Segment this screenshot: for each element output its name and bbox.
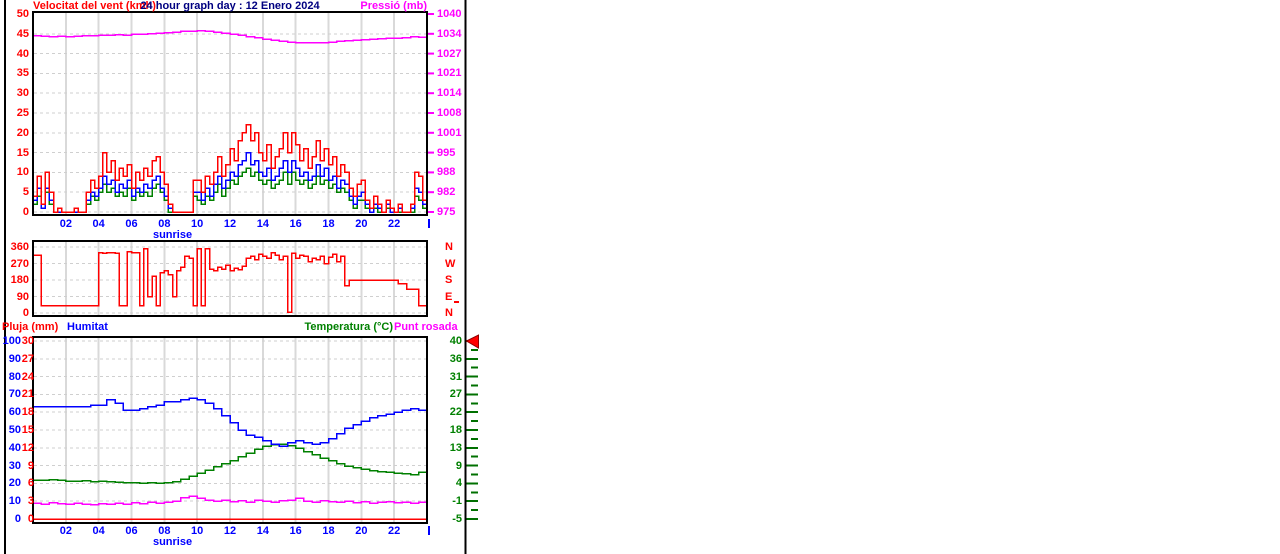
temperature-tick: 18 [449,424,462,436]
wind-speed-tick: 35 [16,67,29,80]
pressure-tick-mark [427,151,434,154]
rain-tick: 21 [21,388,34,401]
rain-tick: 9 [27,459,34,472]
temperature-tick: 31 [449,370,462,383]
sunrise-annotation: sunrise [152,536,193,548]
wind-speed-tick: 50 [16,8,29,20]
pressure-tick: 995 [437,146,456,159]
pressure-tick-mark [427,52,434,55]
pressure-tick-mark [427,211,434,213]
temperature-tick: 40 [449,335,462,347]
temp-marker-triangle [465,334,479,349]
hour-tick: 20 [355,218,368,230]
hour-tick: 22 [388,525,401,537]
pressure-tick-mark [427,191,434,194]
pressure-axis-title: Pressió (mb) [360,0,427,12]
temperature-tick: 22 [449,406,462,419]
compass-letter: S [445,274,453,286]
temperature-tick: 4 [455,477,462,490]
axis-end-tick [428,526,430,535]
humidity-axis-title: Humitat [67,321,108,333]
rain-tick: 3 [27,495,34,508]
pressure-tick: 1040 [437,8,462,20]
temperature-tick: 9 [455,459,462,472]
wind-speed-tick: 10 [16,166,29,179]
rain-tick: 6 [27,477,34,490]
pressure-tick: 988 [437,166,456,179]
compass-letter: W [445,257,456,270]
hour-tick: 18 [322,525,335,537]
temperature-tick: 27 [449,388,462,401]
pressure-tick-mark [427,72,434,75]
wind-speed-tick: 20 [16,126,29,139]
hour-tick: 04 [92,525,105,537]
hour-tick: 14 [256,218,269,230]
hour-tick: 04 [92,218,105,230]
pressure-tick: 1008 [437,107,462,119]
rain-tick: 12 [21,441,34,454]
wind-speed-tick: 15 [16,146,29,159]
pressure-tick: 1014 [437,87,462,100]
direction-tick: 0 [22,307,29,319]
weather-graphs-canvas [4,0,479,554]
hour-tick: 06 [125,525,138,537]
wind-speed-tick: 25 [16,107,29,119]
hour-tick: 12 [223,525,237,537]
rain-tick: 0 [27,513,34,525]
sunrise-annotation: sunrise [152,229,193,241]
pressure-tick-mark [427,13,434,15]
rain-axis-title: Pluja (mm) [2,321,59,333]
direction-tick: 270 [10,257,29,270]
pressure-tick-mark [427,112,434,114]
pressure-tick-mark [427,92,434,95]
direction-tick: 180 [10,274,29,286]
rain-tick: 15 [21,424,34,436]
pressure-tick: 1034 [437,27,462,40]
frame-right-line [464,0,467,554]
hour-tick: 16 [289,218,302,230]
pressure-tick: 975 [437,206,456,218]
hour-tick: 22 [388,218,401,230]
pressure-tick-mark [427,131,434,134]
temperature-tick: 36 [449,352,462,365]
compass-letter: N [445,241,453,253]
direction-tick: 90 [16,290,29,303]
pressure-tick: 1027 [437,47,462,60]
rain-tick: 30 [21,335,34,347]
pressure-tick-mark [427,32,434,35]
hour-tick: 14 [256,525,269,537]
temperature-tick: 13 [449,441,462,454]
direction-tick: 360 [10,241,29,253]
wind-speed-tick: 40 [16,47,29,60]
compass-letter: E [445,290,453,303]
pressure-tick-mark [427,171,434,174]
rain-tick: 18 [21,406,34,419]
hour-tick: 02 [59,525,72,537]
rain-tick: 24 [21,370,34,383]
compass-letter: N [445,307,453,319]
dew-point-axis-title: Punt rosada [394,321,458,333]
wind-speed-tick: 30 [16,87,29,100]
hour-tick: 06 [125,218,138,230]
temperature-tick: -1 [452,495,462,508]
hour-tick: 16 [289,525,302,537]
pressure-tick: 1021 [437,67,462,80]
wind-speed-tick: 5 [22,186,29,199]
hour-tick: 20 [355,525,368,537]
axis-end-tick [428,219,430,228]
pressure-tick: 982 [437,186,456,199]
temperature-tick: -5 [452,513,462,525]
hour-tick: 12 [223,218,237,230]
wind-speed-tick: 45 [16,27,29,40]
pressure-tick: 1001 [437,126,462,139]
wind-speed-tick: 0 [22,206,29,218]
weather-graph-page: Velocitat del vent (kmh) 24 hour graph d… [0,0,1280,554]
hour-tick: 02 [59,218,72,230]
temperature-axis-title: Temperatura (°C) [304,321,393,333]
hour-tick: 18 [322,218,335,230]
rain-tick: 27 [21,352,34,365]
